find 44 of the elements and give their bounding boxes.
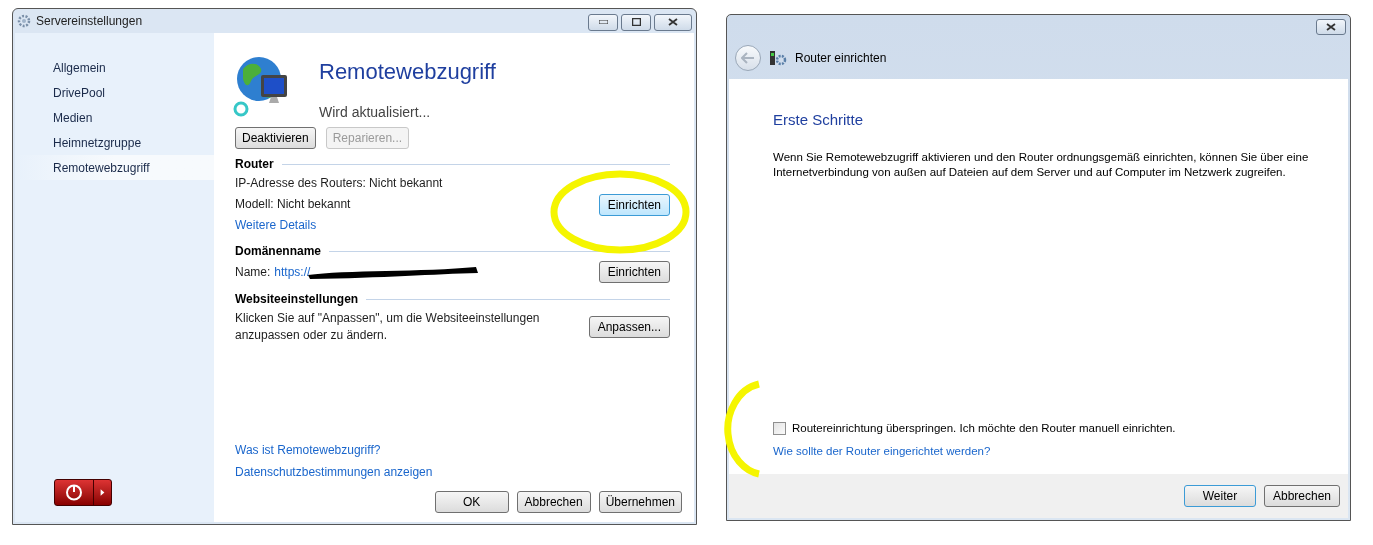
router-gear-icon	[769, 50, 787, 66]
gear-icon	[17, 14, 31, 28]
description-text: Wenn Sie Remotewebzugriff aktivieren und den Router ordnungsgemäß einrichten, können Sie über eine Internetverbindung von außen auf Dateien auf dem Server und auf Computer im Netzwerk zugreifen.	[773, 149, 1310, 180]
minimize-icon	[598, 20, 608, 24]
help-link[interactable]: Datenschutzbestimmungen anzeigen	[235, 463, 433, 481]
section-title: Domänenname	[235, 243, 322, 260]
help-link[interactable]: Was ist Remotewebzugriff?	[235, 441, 381, 459]
section-title: Websiteeinstellungen	[235, 291, 359, 308]
wizard-button[interactable]: Weiter	[1183, 485, 1256, 507]
help-link[interactable]: Wie sollte der Router eingerichtet werden?	[773, 442, 991, 460]
sidebar-item[interactable]: Heimnetzgruppe	[15, 130, 214, 155]
info-text: Modell: Nicht bekannt	[235, 196, 352, 213]
wizard-button[interactable]: Abbrechen	[1263, 485, 1340, 507]
minimize-button[interactable]	[588, 13, 618, 31]
window-title: Servereinstellungen	[36, 13, 143, 30]
info-text: IP-Adresse des Routers: Nicht bekannt	[235, 175, 444, 192]
name-label: Name:	[235, 264, 271, 281]
skip-checkbox[interactable]: Routereinrichtung überspringen. Ich möchte den Router manuell einrichten.	[773, 419, 1318, 437]
power-button[interactable]	[54, 479, 112, 506]
section-title: Router	[235, 156, 274, 173]
setup-button[interactable]: Einrichten	[598, 193, 670, 216]
close-icon	[1326, 23, 1336, 31]
sidebar-item[interactable]: DrivePool	[15, 80, 214, 105]
dialog-button[interactable]: Übernehmen	[598, 491, 682, 513]
dialog-button[interactable]: Abbrechen	[516, 491, 591, 513]
details-link[interactable]: Weitere Details	[235, 215, 599, 236]
wizard-heading: Erste Schritte	[773, 110, 865, 130]
dialog-button[interactable]: OK	[434, 491, 509, 513]
maximize-button[interactable]	[621, 13, 651, 31]
sidebar-item[interactable]: Allgemein	[15, 55, 214, 80]
close-button[interactable]	[1316, 19, 1346, 35]
page-heading: Remotewebzugriff	[319, 58, 496, 86]
back-arrow-icon	[741, 52, 755, 64]
close-icon	[668, 18, 678, 26]
setup-button[interactable]: Einrichten	[598, 261, 670, 283]
wizard-title: Router einrichten	[795, 50, 887, 67]
setup-button[interactable]: Anpassen...	[588, 316, 670, 338]
domain-link[interactable]: https://	[274, 263, 311, 281]
close-button[interactable]	[654, 13, 692, 31]
status-text: Wird aktualisiert...	[319, 103, 432, 122]
sidebar-item[interactable]: Medien	[15, 105, 214, 130]
action-button[interactable]: Deaktivieren	[235, 127, 316, 149]
maximize-icon	[631, 18, 641, 26]
info-text: Klicken Sie auf "Anpassen", um die Websiteeinstellungen anzupassen oder zu ändern.	[235, 310, 541, 344]
